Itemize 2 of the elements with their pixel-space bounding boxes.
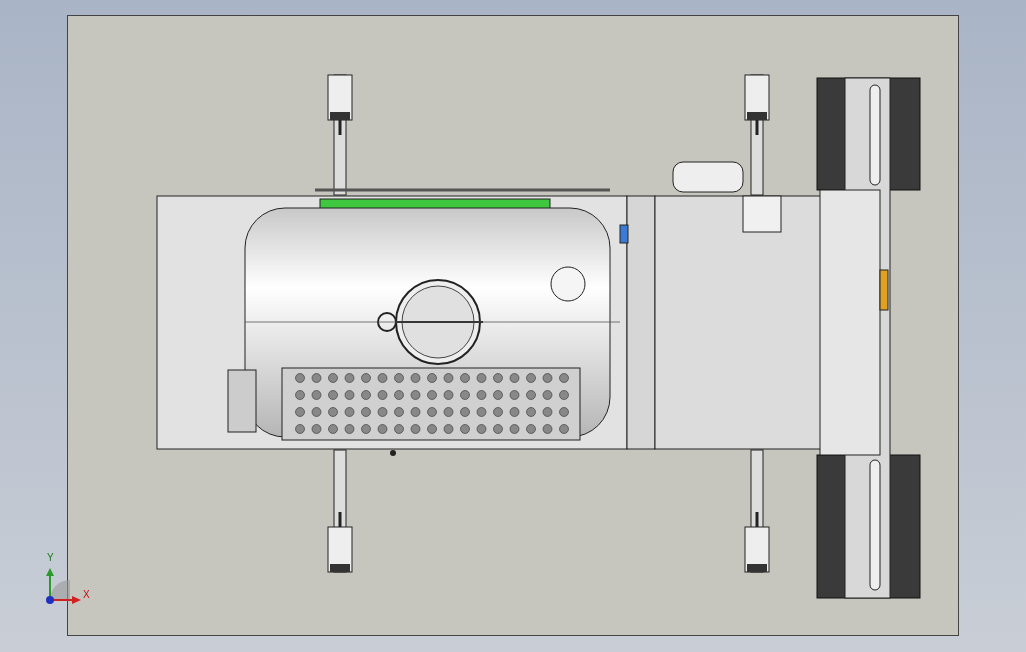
x-axis-label: X: [83, 590, 90, 600]
y-axis-label: Y: [47, 553, 54, 563]
